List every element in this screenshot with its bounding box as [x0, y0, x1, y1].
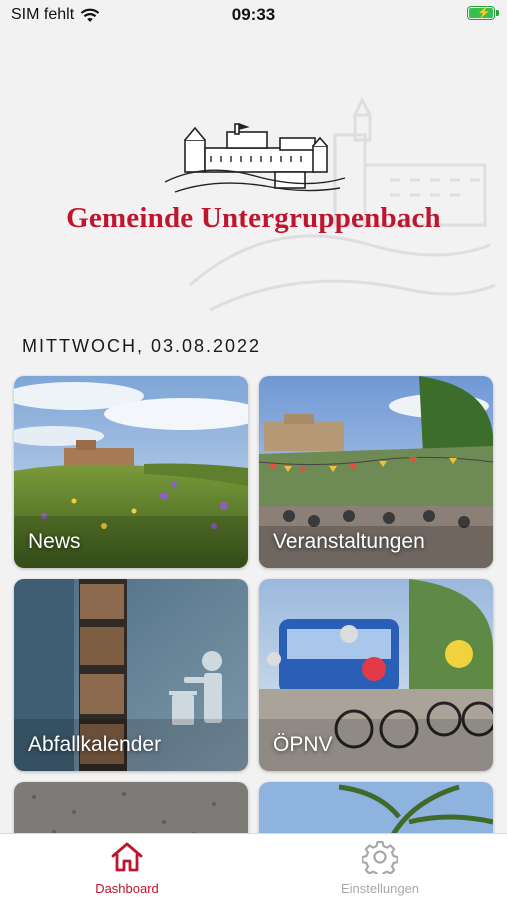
castle-logo	[164, 123, 346, 193]
tab-einstellungen-label: Einstellungen	[340, 881, 420, 896]
tile-news[interactable]: News	[14, 376, 248, 568]
tile-abfallkalender-label: Abfallkalender	[28, 733, 162, 756]
tab-bar: Dashboard Einstellungen	[0, 833, 507, 901]
battery-icon: ⚡	[467, 6, 499, 20]
tile-oepnv[interactable]: ÖPNV	[259, 579, 493, 771]
header: Gemeinde Untergruppenbach	[0, 90, 507, 330]
tab-dashboard-label: Dashboard	[95, 881, 159, 896]
tile-news-label: News	[28, 530, 81, 553]
tile-veranstaltungen-label: Veranstaltungen	[273, 530, 425, 553]
clock: 09:33	[231, 5, 276, 24]
brand-title: Gemeinde Untergruppenbach	[66, 202, 441, 234]
tile-abfallkalender[interactable]: Abfallkalender	[14, 579, 248, 771]
tab-dashboard[interactable]: Dashboard	[52, 840, 202, 896]
tile-oepnv-label: ÖPNV	[273, 733, 333, 756]
status-bar: SIM fehlt 09:33 ⚡	[0, 0, 507, 30]
home-icon	[111, 842, 143, 872]
tab-einstellungen[interactable]: Einstellungen	[305, 840, 455, 896]
gear-icon	[361, 840, 399, 879]
tile-veranstaltungen[interactable]: Veranstaltungen	[259, 376, 493, 568]
current-date: MITTWOCH, 03.08.2022	[22, 336, 262, 356]
